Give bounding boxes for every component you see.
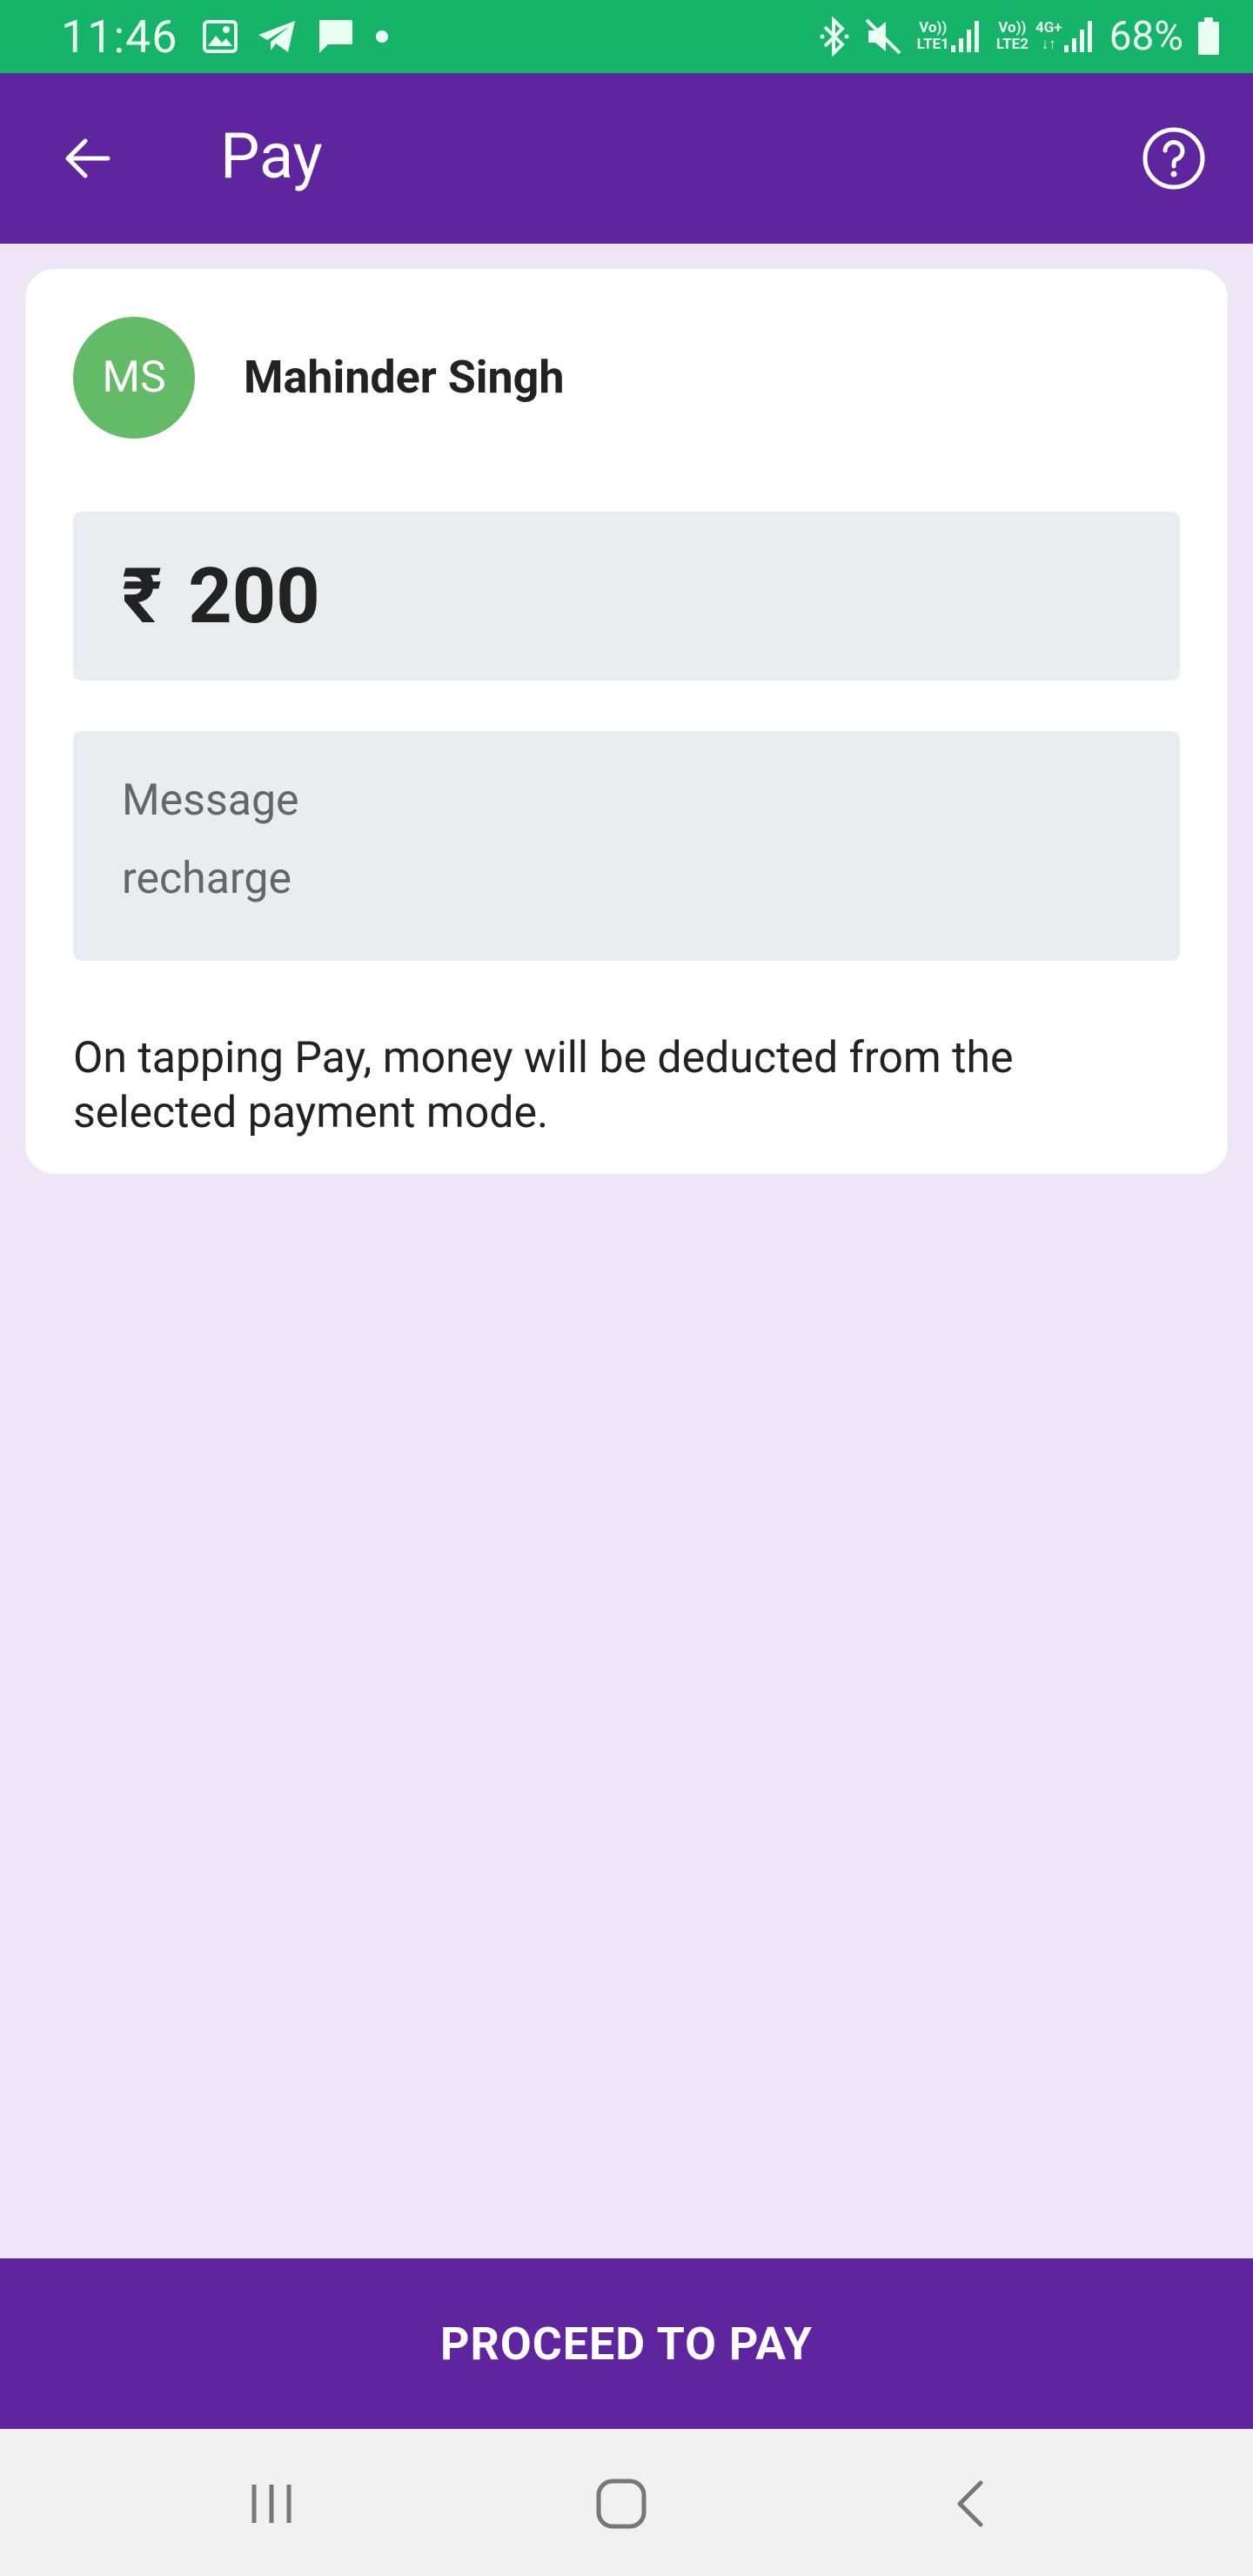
recents-icon xyxy=(251,2485,291,2523)
chevron-left-icon xyxy=(957,2480,983,2527)
help-button[interactable] xyxy=(1136,121,1211,196)
system-icons: Vo)) LTE1 Vo)) LTE2 4G+ ↓↑ 68% xyxy=(820,13,1220,60)
help-circle-icon xyxy=(1142,127,1205,190)
sim1-network: Vo)) LTE1 xyxy=(917,19,982,54)
message-icon xyxy=(316,18,354,55)
amount-field[interactable]: ₹ 200 xyxy=(73,512,1180,681)
gallery-icon xyxy=(202,20,238,53)
page-title: Pay xyxy=(220,119,323,193)
signal-icon xyxy=(1063,21,1092,52)
payee-name: Mahinder Singh xyxy=(244,351,565,404)
app-bar: Pay xyxy=(0,73,1253,244)
sim2-volte-label: Vo)) xyxy=(998,19,1027,37)
status-bar: 11:46 Vo)) LTE1 Vo)) LTE2 4G+ ↓↑ 68% xyxy=(0,0,1253,73)
network-type-label: 4G+ xyxy=(1035,19,1062,37)
payment-disclaimer: On tapping Pay, money will be deducted f… xyxy=(73,1033,1014,1138)
recents-button[interactable] xyxy=(228,2460,315,2547)
mute-icon xyxy=(863,17,903,57)
message-value: recharge xyxy=(122,854,291,904)
sim2-network: Vo)) LTE2 4G+ ↓↑ xyxy=(996,19,1096,54)
battery-percent: 68% xyxy=(1109,13,1183,60)
system-nav-bar xyxy=(0,2429,1253,2576)
nav-back-button[interactable] xyxy=(928,2460,1015,2547)
home-icon xyxy=(596,2479,647,2529)
amount-value: 200 xyxy=(188,551,320,641)
message-field[interactable]: Message recharge xyxy=(73,731,1180,961)
proceed-to-pay-button[interactable]: PROCEED TO PAY xyxy=(0,2258,1253,2429)
signal-icon xyxy=(950,21,979,52)
dot-icon xyxy=(373,28,391,45)
back-button[interactable] xyxy=(44,122,131,195)
bluetooth-icon xyxy=(820,17,849,57)
sim1-lte-label: LTE1 xyxy=(916,36,949,53)
avatar: MS xyxy=(73,317,195,439)
telegram-icon xyxy=(257,19,297,54)
sim1-volte-label: Vo)) xyxy=(919,19,948,37)
status-time: 11:46 xyxy=(61,10,178,64)
payment-card: MS Mahinder Singh ₹ 200 Message recharge… xyxy=(25,269,1228,1174)
home-button[interactable] xyxy=(578,2460,665,2547)
battery-icon xyxy=(1197,17,1220,56)
notification-icons xyxy=(202,18,391,55)
currency-symbol: ₹ xyxy=(122,551,163,641)
arrow-left-icon xyxy=(65,138,111,178)
message-label: Message xyxy=(122,775,299,826)
sim2-lte-label: LTE2 xyxy=(995,36,1029,53)
